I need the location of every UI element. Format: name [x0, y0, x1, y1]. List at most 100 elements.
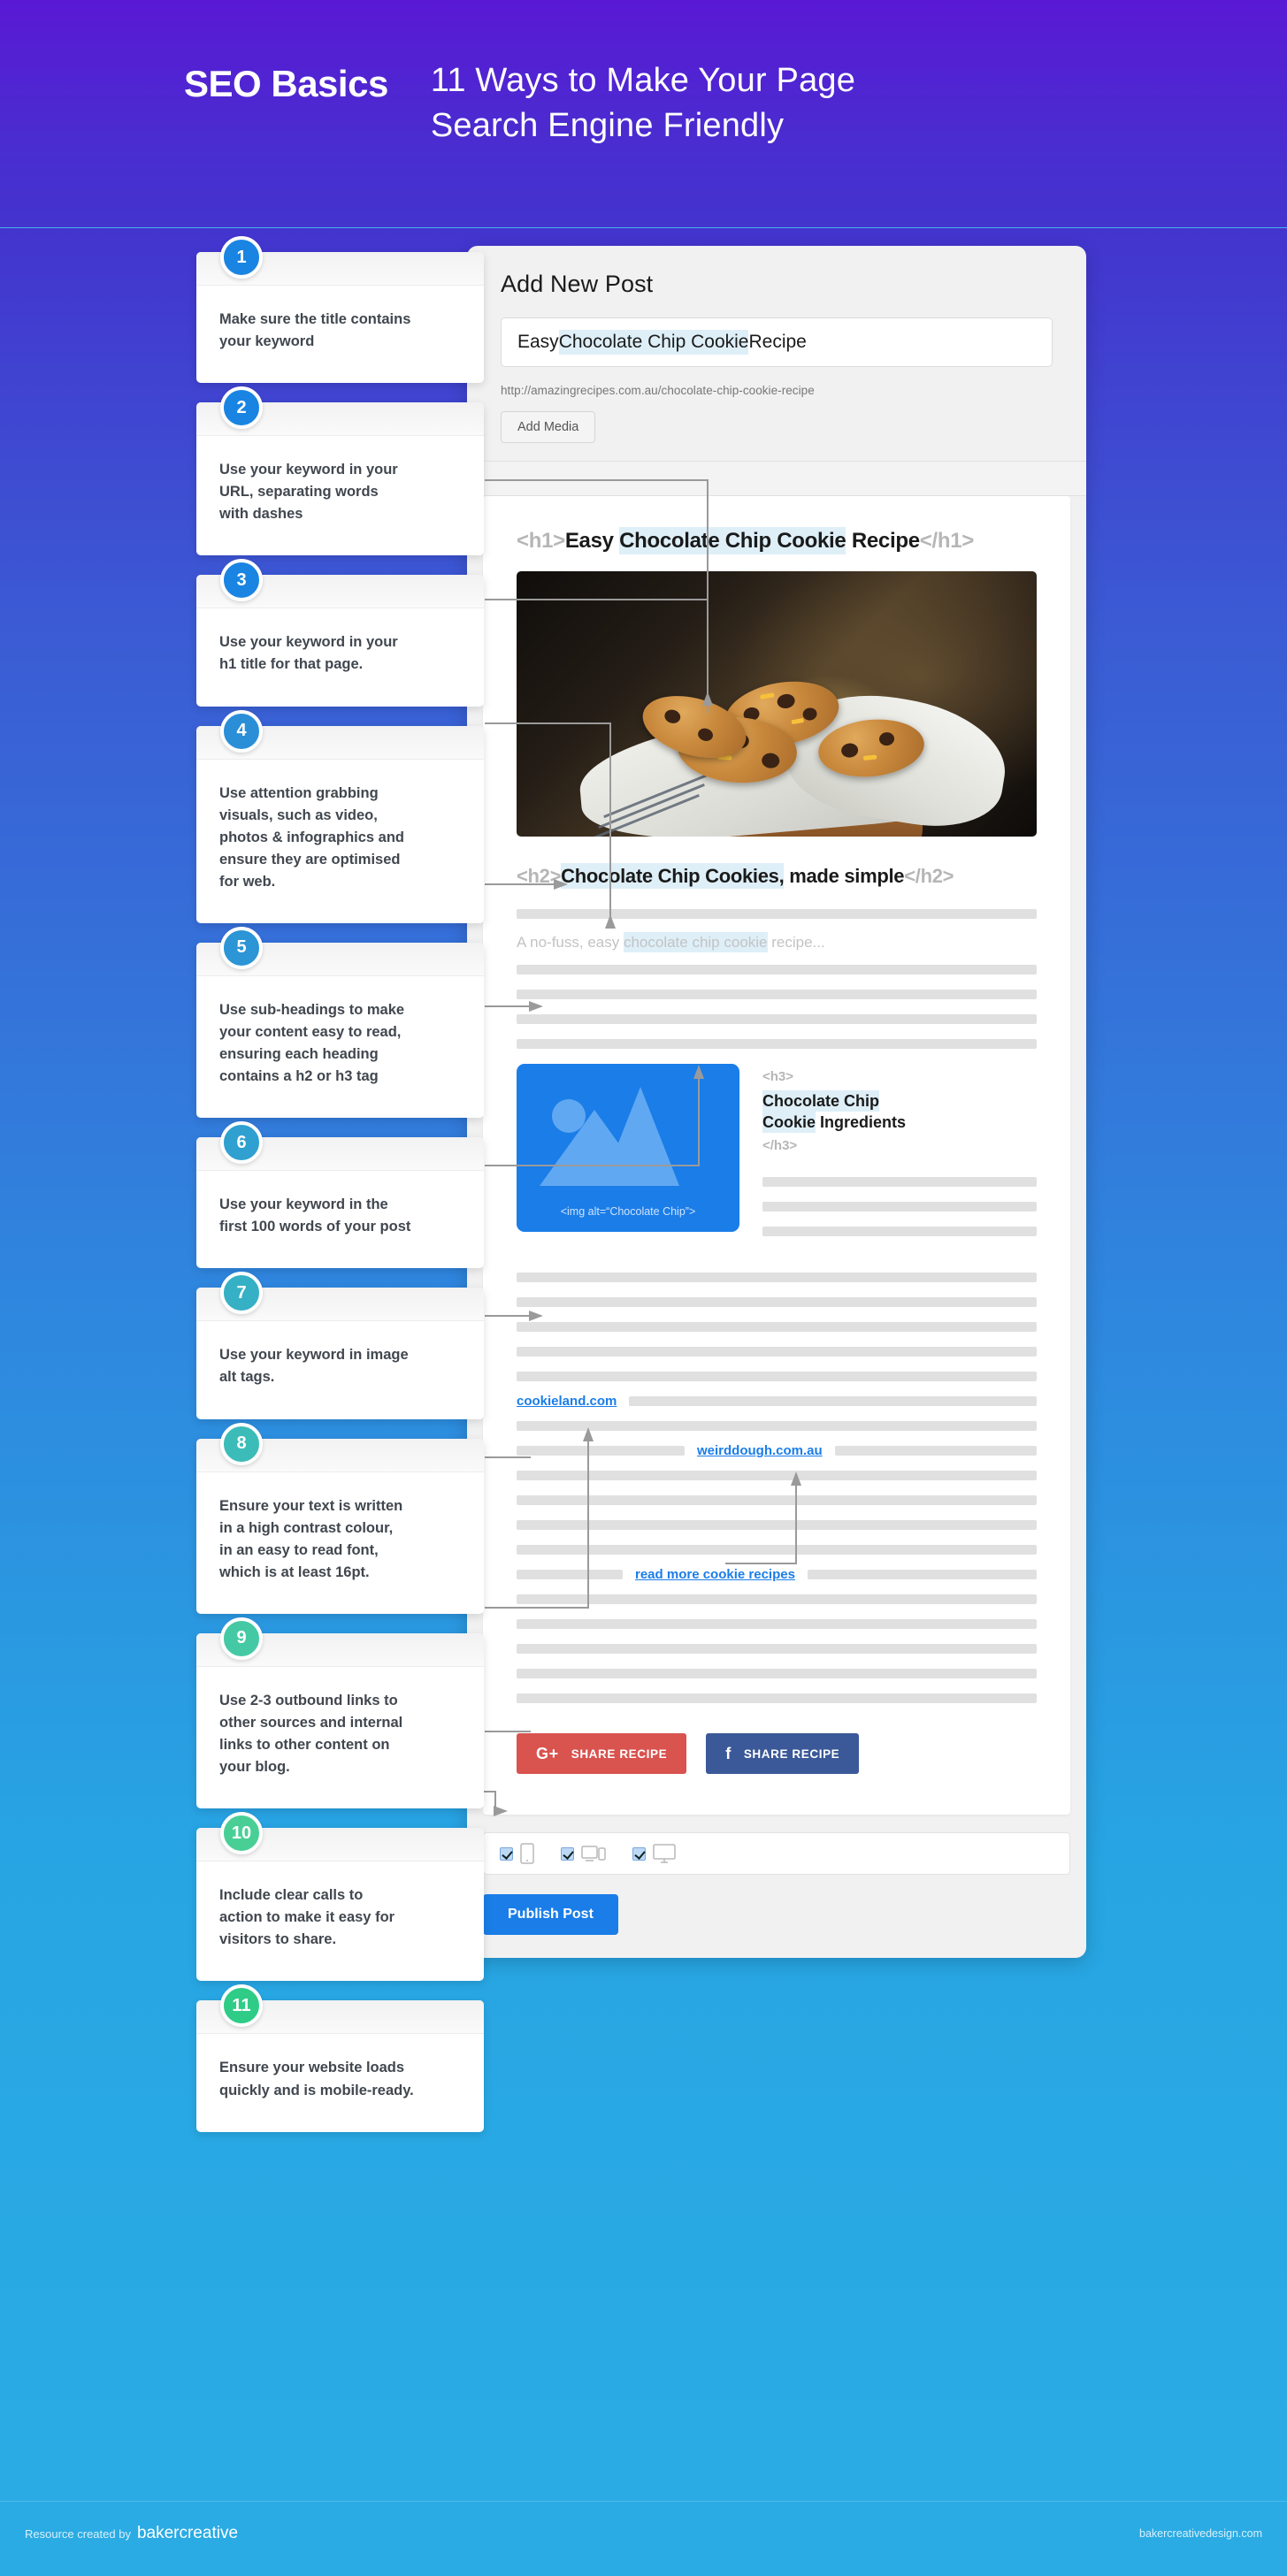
post-title-suffix: Recipe: [748, 332, 807, 352]
device-compatibility-bar: [483, 1832, 1070, 1876]
text-line: [517, 1322, 1037, 1333]
tip-number-badge: 4: [220, 709, 263, 753]
h2-keyword: Chocolate Chip Cookies,: [561, 863, 785, 890]
tip-card[interactable]: 4 Use attention grabbing visuals, such a…: [196, 709, 484, 923]
text-line: [517, 1693, 1037, 1704]
footer: Resource created by bakercreative bakerc…: [0, 2439, 1287, 2576]
text-line: [834, 1446, 1037, 1456]
tablet-checkbox[interactable]: [561, 1846, 574, 1861]
outbound-link-weirddough[interactable]: weirddough.com.au: [697, 1443, 823, 1458]
h1-prefix: Easy: [564, 529, 620, 553]
h2-suffix: made simple: [784, 865, 905, 888]
page-title: 11 Ways to Make Your Page Search Engine …: [430, 62, 856, 145]
text-line: [629, 1396, 1037, 1407]
brand-title: SEO Basics: [184, 63, 388, 104]
tip-card[interactable]: 1 Make sure the title contains your keyw…: [196, 236, 484, 384]
h3-open-tag: <h3>: [762, 1069, 794, 1085]
h3-block: <h3> Chocolate Chip Cookie Ingredients </…: [762, 1064, 1037, 1251]
text-line: [517, 1297, 1037, 1308]
desktop-checkbox[interactable]: [632, 1846, 646, 1861]
hero-inner: SEO Basics 11 Ways to Make Your Page Sea…: [184, 58, 855, 149]
tip-card-text: Use your keyword in your h1 title for th…: [219, 634, 398, 673]
text-line: [517, 1273, 1037, 1283]
device-option-desktop[interactable]: [632, 1843, 676, 1864]
tip-card-text: Use sub-headings to make your content ea…: [219, 1001, 405, 1085]
tip-card[interactable]: 9 Use 2-3 outbound links to other source…: [196, 1617, 484, 1809]
post-editor-window: Add New Post Easy Chocolate Chip Cookie …: [467, 246, 1086, 1959]
tip-card[interactable]: 2 Use your keyword in your URL, separati…: [196, 386, 484, 556]
tip-number-badge: 8: [220, 1422, 263, 1465]
image-and-h3-row: <img alt=“Chocolate Chip”> <h3> Chocolat…: [517, 1064, 1037, 1251]
tip-card[interactable]: 7 Use your keyword in image alt tags.: [196, 1272, 484, 1419]
mobile-icon: [520, 1843, 534, 1864]
tip-card-text: Use attention grabbing visuals, such as …: [219, 784, 404, 890]
mobile-checkbox[interactable]: [500, 1846, 513, 1861]
text-line: [517, 990, 1037, 1000]
share-buttons-row: G+ SHARE RECIPE f SHARE RECIPE: [517, 1733, 1037, 1775]
footer-credit: Resource created by bakercreative: [25, 2524, 238, 2543]
internal-link-read-more[interactable]: read more cookie recipes: [635, 1567, 795, 1582]
h3-keyword-line2: Cookie: [762, 1112, 816, 1134]
text-line: [517, 1619, 1037, 1630]
text-line: [762, 1227, 1037, 1237]
device-option-tablet[interactable]: [561, 1843, 606, 1864]
tip-number-badge: 1: [220, 236, 263, 279]
footer-website[interactable]: bakercreativedesign.com: [1139, 2527, 1262, 2540]
editor-toolbar[interactable]: [467, 461, 1086, 496]
h2-open-tag: <h2>: [517, 865, 562, 888]
h1-suffix: Recipe: [846, 529, 920, 553]
tip-card-text: Ensure your website loads quickly and is…: [219, 2060, 414, 2098]
text-line: [517, 1644, 1037, 1655]
post-title-input[interactable]: Easy Chocolate Chip Cookie Recipe: [501, 317, 1053, 367]
text-line: [517, 1545, 1037, 1556]
text-line: [517, 1669, 1037, 1679]
tip-card[interactable]: 3 Use your keyword in your h1 title for …: [196, 559, 484, 707]
h3-close-tag: </h3>: [762, 1137, 798, 1153]
tip-card[interactable]: 6 Use your keyword in the first 100 word…: [196, 1121, 484, 1269]
tip-card[interactable]: 10 Include clear calls to action to make…: [196, 1812, 484, 1982]
intro-keyword: chocolate chip cookie: [623, 932, 768, 953]
h3-body-lines: [762, 1177, 1037, 1237]
image-alt-code: <img alt=“Chocolate Chip”>: [560, 1205, 696, 1219]
tip-card[interactable]: 11 Ensure your website loads quickly and…: [196, 1984, 484, 2132]
post-title-prefix: Easy: [517, 332, 559, 352]
tip-number-badge: 5: [220, 926, 263, 969]
share-facebook-button[interactable]: f SHARE RECIPE: [706, 1733, 860, 1775]
tip-card[interactable]: 8 Ensure your text is written in a high …: [196, 1422, 484, 1614]
editor-page-title: Add New Post: [501, 271, 654, 297]
text-line: [517, 1471, 1037, 1481]
permalink-url[interactable]: http://amazingrecipes.com.au/chocolate-c…: [501, 367, 1053, 397]
footer-credit-brand: bakercreative: [136, 2524, 239, 2542]
tip-number-badge: 10: [220, 1812, 263, 1855]
h1-close-tag: </h1>: [919, 529, 975, 553]
tip-number-badge: 6: [220, 1121, 263, 1165]
h1-heading: <h1>Easy Chocolate Chip Cookie Recipe</h…: [517, 526, 1037, 555]
h3-heading: Chocolate Chip Cookie Ingredients: [762, 1089, 1037, 1134]
page-preview-sheet: <h1>Easy Chocolate Chip Cookie Recipe</h…: [483, 496, 1070, 1815]
outbound-link-row-2: weirddough.com.au: [517, 1443, 1037, 1458]
image-placeholder[interactable]: <img alt=“Chocolate Chip”>: [517, 1064, 739, 1233]
text-line: [517, 1520, 1037, 1531]
intro-suffix: recipe...: [767, 934, 825, 952]
text-line: [762, 1177, 1037, 1188]
tip-card-text: Use 2-3 outbound links to other sources …: [219, 1692, 403, 1776]
intro-prefix: A no-fuss, easy: [517, 934, 624, 952]
share-facebook-label: SHARE RECIPE: [743, 1747, 840, 1761]
outbound-link-cookieland[interactable]: cookieland.com: [517, 1394, 617, 1409]
tip-card-text: Use your keyword in your URL, separating…: [219, 462, 398, 523]
outbound-link-row-1: cookieland.com: [517, 1394, 1037, 1409]
share-google-label: SHARE RECIPE: [571, 1747, 668, 1761]
text-line: [517, 1570, 623, 1580]
text-line: [517, 1421, 1037, 1432]
tip-card-text: Make sure the title contains your keywor…: [219, 311, 411, 350]
post-title-keyword: Chocolate Chip Cookie: [558, 330, 749, 355]
publish-post-button[interactable]: Publish Post: [483, 1894, 618, 1936]
tip-card[interactable]: 5 Use sub-headings to make your content …: [196, 926, 484, 1119]
tip-number-badge: 2: [220, 386, 263, 430]
device-option-mobile[interactable]: [500, 1843, 534, 1864]
intro-paragraph: A no-fuss, easy chocolate chip cookie re…: [517, 932, 1037, 953]
add-media-button[interactable]: Add Media: [501, 411, 596, 443]
share-google-plus-button[interactable]: G+ SHARE RECIPE: [517, 1733, 687, 1775]
tip-card-text: Use your keyword in image alt tags.: [219, 1347, 409, 1386]
text-line: [517, 1372, 1037, 1382]
